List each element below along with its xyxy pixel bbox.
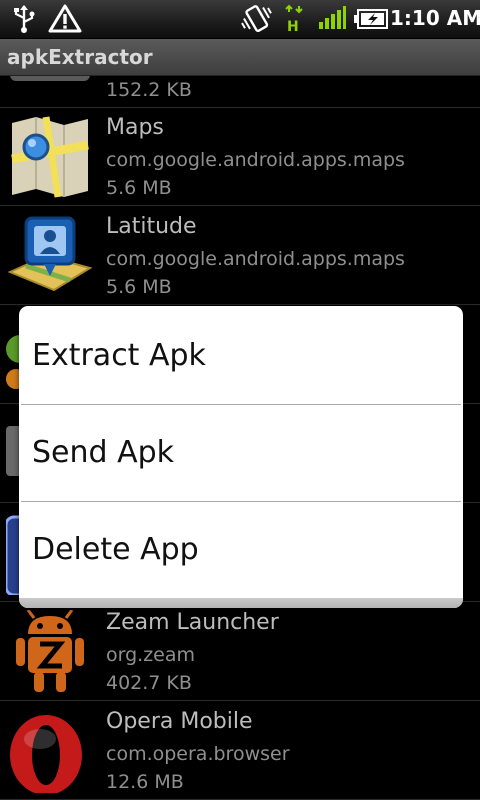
menu-footer (19, 598, 463, 608)
list-item[interactable]: Zeam Launcher org.zeam 402.7 KB (0, 602, 480, 701)
zeam-android-icon (16, 610, 84, 692)
delete-app-menu-item[interactable]: Delete App (19, 502, 463, 598)
app-package: com.google.android.apps.maps (106, 149, 405, 171)
vibrate-icon (241, 5, 272, 32)
app-size: 5.6 MB (106, 276, 172, 298)
app-size: 152.2 KB (106, 79, 192, 101)
menu-item-label: Delete App (32, 532, 199, 567)
status-clock: 1:10 AM (390, 6, 480, 30)
menu-item-label: Send Apk (32, 435, 175, 470)
list-item[interactable]: Maps com.google.android.apps.maps 5.6 MB (0, 107, 480, 206)
h-data-icon: H (285, 4, 303, 34)
context-menu: Extract Apk Send Apk Delete App (19, 306, 463, 608)
list-item[interactable]: 152.2 KB (0, 76, 480, 108)
battery-charging-icon (354, 9, 388, 29)
app-package: org.zeam (106, 644, 196, 666)
extract-apk-menu-item[interactable]: Extract Apk (19, 308, 463, 404)
menu-item-label: Extract Apk (32, 338, 206, 373)
latitude-icon (7, 216, 93, 292)
maps-icon (11, 116, 89, 198)
app-name: Latitude (106, 214, 197, 239)
opera-icon (10, 715, 82, 793)
usb-icon (14, 5, 35, 33)
app-name: Opera Mobile (106, 709, 253, 734)
signal-icon (319, 6, 346, 29)
list-item[interactable]: Opera Mobile com.opera.browser 12.6 MB (0, 701, 480, 800)
app-title-bar: apkExtractor (0, 39, 480, 76)
app-package: com.opera.browser (106, 743, 290, 765)
app-size: 402.7 KB (106, 672, 192, 694)
warning-icon (48, 4, 82, 33)
list-item[interactable]: Latitude com.google.android.apps.maps 5.… (0, 206, 480, 305)
send-apk-menu-item[interactable]: Send Apk (19, 405, 463, 501)
svg-text:H: H (287, 19, 299, 34)
app-size: 12.6 MB (106, 771, 184, 793)
app-name: Zeam Launcher (106, 610, 279, 635)
app-name: Maps (106, 115, 164, 140)
app-package: com.google.android.apps.maps (106, 248, 405, 270)
app-title: apkExtractor (7, 45, 153, 69)
app-size: 5.6 MB (106, 177, 172, 199)
status-bar: H 1:10 AM (0, 0, 480, 39)
